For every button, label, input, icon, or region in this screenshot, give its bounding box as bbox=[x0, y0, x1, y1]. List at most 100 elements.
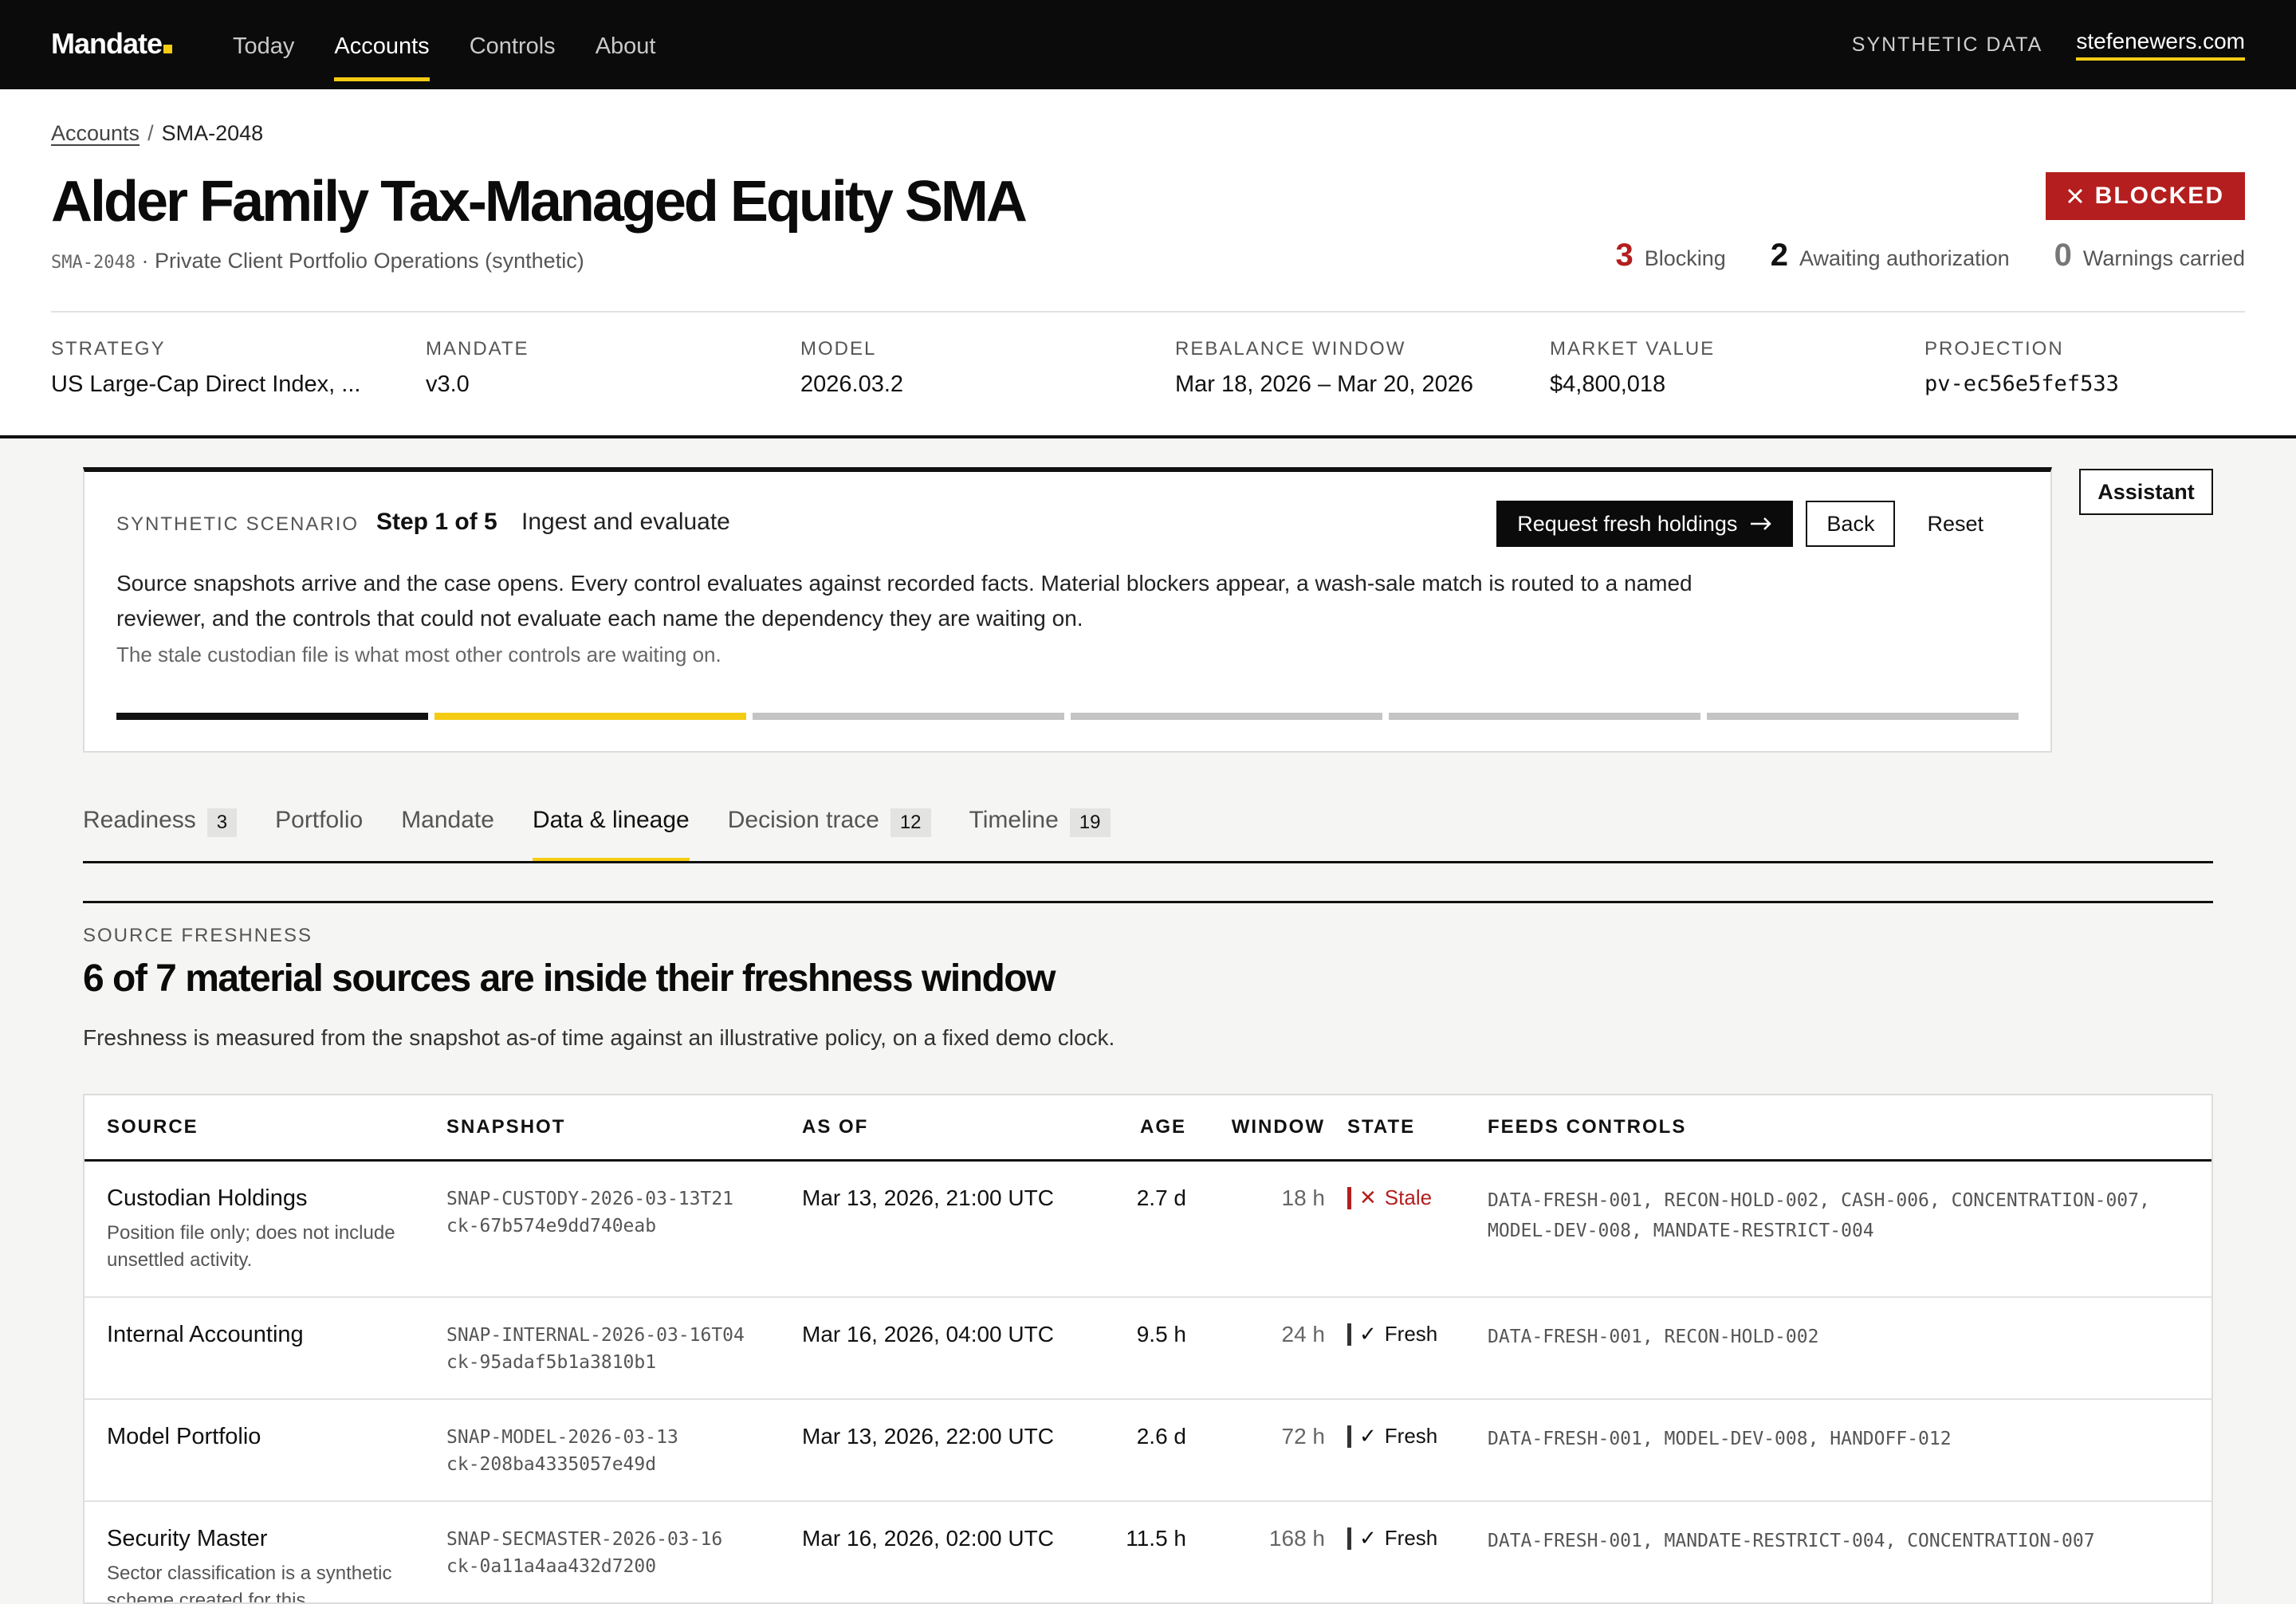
snapshot-cell: SNAP-CUSTODY-2026-03-13T21 ck-67b574e9dd7… bbox=[435, 1160, 791, 1298]
top-navigation: Mandate Today Accounts Controls About SY… bbox=[0, 0, 2296, 89]
progress-segment bbox=[1071, 713, 1382, 720]
breadcrumb-accounts-link[interactable]: Accounts bbox=[51, 121, 140, 145]
tab-count-badge: 12 bbox=[890, 808, 931, 837]
nav-link-controls[interactable]: Controls bbox=[470, 0, 556, 89]
state-cell: ✕ Stale bbox=[1336, 1160, 1476, 1298]
count-warnings-value: 0 bbox=[2054, 238, 2072, 273]
tab-decision-trace[interactable]: Decision trace 12 bbox=[728, 797, 931, 861]
request-fresh-holdings-label: Request fresh holdings bbox=[1517, 511, 1738, 536]
fact-label: Mandate bbox=[426, 338, 529, 360]
nav-link-today[interactable]: Today bbox=[233, 0, 294, 89]
scenario-stage: Ingest and evaluate bbox=[521, 509, 730, 535]
back-button[interactable]: Back bbox=[1806, 501, 1896, 547]
nav-right: SYNTHETIC DATA stefenewers.com bbox=[1852, 0, 2245, 89]
table-row[interactable]: Model Portfolio SNAP-MODEL-2026-03-13 ck-2… bbox=[85, 1399, 2211, 1502]
state-bar bbox=[1347, 1527, 1351, 1550]
column-header-window: WINDOW bbox=[1197, 1095, 1336, 1162]
header-divider bbox=[51, 311, 2245, 313]
source-name: Model Portfolio bbox=[107, 1424, 261, 1449]
brand-logo[interactable]: Mandate bbox=[51, 27, 173, 61]
nav-links: Today Accounts Controls About bbox=[233, 0, 655, 89]
snapshot-id: SNAP-INTERNAL-2026-03-16T04 bbox=[446, 1325, 745, 1346]
source-note: Sector classification is a synthetic sch… bbox=[107, 1563, 392, 1604]
count-blocking-label: Blocking bbox=[1644, 246, 1726, 270]
fact-label: Rebalance window bbox=[1175, 338, 1406, 360]
nav-link-about[interactable]: About bbox=[596, 0, 656, 89]
fact-value: US Large-Cap Direct Index, ... bbox=[51, 372, 361, 397]
source-cell: Internal Accounting bbox=[85, 1297, 435, 1400]
nav-link-accounts[interactable]: Accounts bbox=[334, 0, 430, 89]
count-warnings-label: Warnings carried bbox=[2082, 246, 2245, 270]
reset-button[interactable]: Reset bbox=[1908, 501, 2003, 547]
progress-segment bbox=[753, 713, 1064, 720]
breadcrumb: Accounts / SMA-2048 bbox=[51, 121, 263, 146]
account-header: Accounts / SMA-2048 Alder Family Tax-Manag… bbox=[0, 89, 2296, 438]
state-bar bbox=[1347, 1425, 1351, 1448]
assistant-button[interactable]: Assistant bbox=[2079, 469, 2213, 515]
state-badge: ✕ Stale bbox=[1347, 1185, 1465, 1210]
age-cell: 9.5 h bbox=[1070, 1297, 1197, 1400]
table-row[interactable]: Custodian Holdings Position file only; do… bbox=[85, 1160, 2211, 1298]
tab-data-lineage[interactable]: Data & lineage bbox=[532, 797, 690, 861]
tab-timeline[interactable]: Timeline 19 bbox=[969, 797, 1111, 861]
tab-label: Timeline bbox=[969, 807, 1059, 833]
scenario-progress bbox=[116, 713, 2019, 720]
tab-portfolio[interactable]: Portfolio bbox=[275, 797, 363, 861]
column-header-feeds-controls: FEEDS CONTROLS bbox=[1476, 1095, 2211, 1162]
synthetic-data-label: SYNTHETIC DATA bbox=[1851, 33, 2043, 56]
fact-rebalance-window: Rebalance window Mar 18, 2026 – Mar 20, 2… bbox=[1175, 338, 1550, 398]
request-fresh-holdings-button[interactable]: Request fresh holdings bbox=[1496, 501, 1794, 547]
count-awaiting-value: 2 bbox=[1770, 238, 1788, 273]
state-badge: ✓ Fresh bbox=[1347, 1322, 1465, 1346]
arrow-right-icon bbox=[1751, 517, 1772, 530]
count-blocking[interactable]: 3 Blocking bbox=[1615, 238, 1725, 273]
fact-strategy: Strategy US Large-Cap Direct Index, ... bbox=[51, 338, 426, 398]
check-icon: ✓ bbox=[1359, 1526, 1377, 1550]
feeds-controls-cell: DATA-FRESH-001, MODEL-DEV-008, HANDOFF-0… bbox=[1476, 1399, 2211, 1502]
fact-mandate: Mandate v3.0 bbox=[426, 338, 800, 398]
fact-projection: Projection pv-ec56e5fef533 bbox=[1924, 338, 2296, 398]
tab-mandate[interactable]: Mandate bbox=[401, 797, 494, 861]
window-cell: 18 h bbox=[1197, 1160, 1336, 1298]
table-row[interactable]: Security Master Sector classification is … bbox=[85, 1501, 2211, 1604]
column-header-age: AGE bbox=[1070, 1095, 1197, 1162]
as-of-cell: Mar 16, 2026, 04:00 UTC bbox=[791, 1297, 1070, 1400]
source-cell: Security Master Sector classification is … bbox=[85, 1501, 435, 1604]
window-cell: 24 h bbox=[1197, 1297, 1336, 1400]
site-link[interactable]: stefenewers.com bbox=[2076, 29, 2245, 61]
state-bar bbox=[1347, 1323, 1351, 1346]
check-icon: ✓ bbox=[1359, 1322, 1377, 1346]
state-cell: ✓ Fresh bbox=[1336, 1501, 1476, 1602]
tab-readiness[interactable]: Readiness 3 bbox=[83, 797, 238, 861]
fact-value: v3.0 bbox=[426, 372, 470, 397]
fact-label: Projection bbox=[1924, 338, 2064, 360]
count-awaiting-label: Awaiting authorization bbox=[1799, 246, 2010, 270]
status-badge: BLOCKED bbox=[2045, 172, 2245, 220]
breadcrumb-current: SMA-2048 bbox=[161, 121, 264, 145]
count-awaiting[interactable]: 2 Awaiting authorization bbox=[1771, 238, 2010, 273]
state-label: Fresh bbox=[1384, 1322, 1438, 1346]
close-icon bbox=[2067, 188, 2082, 204]
count-warnings[interactable]: 0 Warnings carried bbox=[2054, 238, 2245, 273]
column-header-as-of: AS OF bbox=[791, 1095, 1070, 1162]
snapshot-id: SNAP-SECMASTER-2026-03-16 bbox=[446, 1529, 723, 1550]
column-header-state: STATE bbox=[1336, 1095, 1476, 1162]
source-cell: Custodian Holdings Position file only; do… bbox=[85, 1160, 435, 1298]
freshness-kicker: SOURCE FRESHNESS bbox=[83, 925, 313, 946]
age-cell: 11.5 h bbox=[1070, 1501, 1197, 1602]
state-label: Stale bbox=[1384, 1185, 1433, 1209]
table-header-row: SOURCE SNAPSHOT AS OF AGE WINDOW STATE F… bbox=[85, 1095, 2211, 1162]
fact-label: Model bbox=[800, 338, 877, 360]
brand-dot bbox=[163, 45, 173, 53]
window-cell: 168 h bbox=[1197, 1501, 1336, 1602]
scenario-actions: Request fresh holdings Back Reset bbox=[1496, 501, 2003, 547]
tab-label: Decision trace bbox=[727, 807, 879, 833]
state-label: Fresh bbox=[1384, 1424, 1438, 1448]
account-unit: · Private Client Portfolio Operations (s… bbox=[135, 249, 584, 273]
source-name: Custodian Holdings bbox=[107, 1185, 308, 1211]
source-cell: Model Portfolio bbox=[85, 1399, 435, 1502]
state-label: Fresh bbox=[1384, 1526, 1438, 1550]
table-row[interactable]: Internal Accounting SNAP-INTERNAL-2026-03… bbox=[85, 1297, 2211, 1400]
account-facts: Strategy US Large-Cap Direct Index, ... M… bbox=[51, 338, 2245, 398]
as-of-cell: Mar 16, 2026, 02:00 UTC bbox=[791, 1501, 1070, 1602]
